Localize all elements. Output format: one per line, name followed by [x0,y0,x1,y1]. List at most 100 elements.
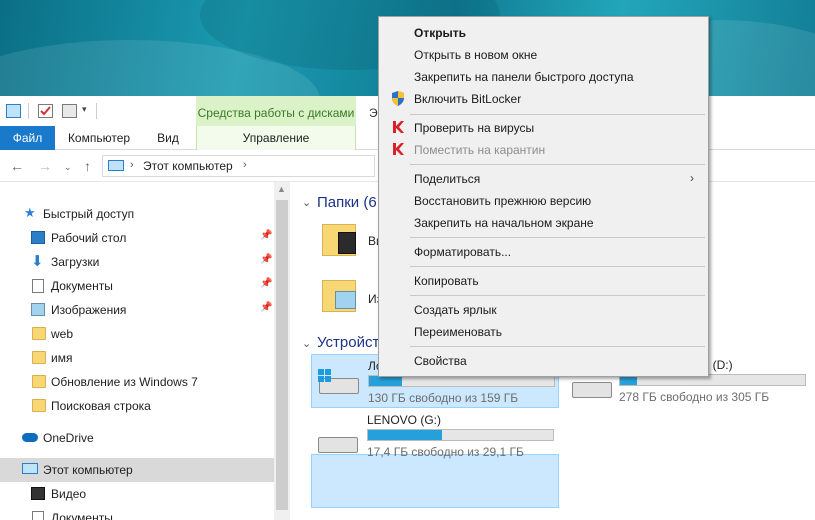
menu-label: Переименовать [414,325,502,339]
menu-item-open-new-window[interactable]: Открыть в новом окне [381,44,706,66]
menu-separator [410,237,705,238]
scroll-up-icon[interactable]: ▲ [277,184,286,194]
menu-label: Свойства [414,354,467,368]
nav-item-web[interactable]: web [0,322,274,346]
recent-locations-icon[interactable]: ⌄ [64,162,72,173]
video-folder-icon[interactable] [322,224,356,256]
menu-item-rename[interactable]: Переименовать [381,321,706,343]
folder-icon [32,399,46,412]
pin-icon[interactable]: 📌 [260,302,272,313]
new-folder-icon[interactable] [62,104,77,118]
menu-item-properties[interactable]: Свойства [381,350,706,372]
chevron-down-icon[interactable]: ⌄ [302,337,311,350]
properties-icon[interactable] [38,104,53,118]
tab-view[interactable]: Вид [148,126,188,150]
menu-item-copy[interactable]: Копировать [381,270,706,292]
chevron-down-icon[interactable]: ⌄ [302,196,311,209]
usb-drive-icon [318,437,358,453]
nav-item-video[interactable]: Видео [0,482,274,506]
drive-usage-fill [369,376,403,386]
menu-label: Закрепить на панели быстрого доступа [414,70,634,84]
navigation-pane: ★ Быстрый доступ Рабочий стол 📌 ⬇ Загруз… [0,182,290,520]
landscape-icon [335,291,356,309]
nav-label: Изображения [51,303,127,317]
tab-computer[interactable]: Компьютер [62,126,136,150]
pictures-folder-icon[interactable] [322,280,356,312]
back-arrow-icon[interactable]: ← [10,158,24,174]
chevron-right-icon[interactable]: › [243,159,247,171]
menu-separator [410,164,705,165]
nav-item-onedrive[interactable]: OneDrive [0,426,274,450]
pin-icon[interactable]: 📌 [260,254,272,265]
nav-item-desktop[interactable]: Рабочий стол 📌 [0,226,274,250]
menu-separator [410,295,705,296]
nav-item-name[interactable]: имя [0,346,274,370]
pin-icon[interactable]: 📌 [260,230,272,241]
menu-item-pin-quick-access[interactable]: Закрепить на панели быстрого доступа [381,66,706,88]
folder-icon [32,327,46,340]
nav-label: Обновление из Windows 7 [51,375,198,389]
menu-item-create-shortcut[interactable]: Создать ярлык [381,299,706,321]
nav-item-search-bar[interactable]: Поисковая строка [0,394,274,418]
chevron-right-icon: › [690,171,694,185]
menu-label: Поделиться [414,172,481,186]
menu-separator [410,114,705,115]
devices-group-header[interactable]: Устройст [317,334,379,351]
video-icon [31,487,45,500]
tab-file[interactable]: Файл [0,126,55,150]
menu-label: Форматировать... [414,245,512,259]
drive-free-space: 278 ГБ свободно из 305 ГБ [619,390,770,404]
shield-icon [391,91,405,106]
up-arrow-icon[interactable]: ↑ [84,158,91,174]
menu-item-open[interactable]: Открыть [381,22,706,44]
folder-icon [32,375,46,388]
nav-item-this-pc[interactable]: Этот компьютер [0,458,274,482]
document-icon [32,279,44,293]
nav-item-quick-access[interactable]: ★ Быстрый доступ [0,202,274,226]
forward-arrow-icon[interactable]: → [38,158,52,174]
drive-tile-g[interactable]: LENOVO (G:) 17,4 ГБ свободно из 29,1 ГБ [311,409,559,463]
menu-label: Закрепить на начальном экране [414,216,594,230]
nav-label: Быстрый доступ [43,207,135,221]
nav-item-update[interactable]: Обновление из Windows 7 [0,370,274,394]
nav-item-documents-pc[interactable]: Документы [0,506,274,520]
address-path[interactable]: Этот компьютер [143,159,233,173]
nav-item-documents[interactable]: Документы 📌 [0,274,274,298]
menu-item-pin-start[interactable]: Закрепить на начальном экране [381,212,706,234]
nav-label: Этот компьютер [43,463,133,477]
nav-item-pictures[interactable]: Изображения 📌 [0,298,274,322]
system-drive-icon [318,369,359,394]
chevron-right-icon[interactable]: › [130,159,134,171]
menu-item-bitlocker[interactable]: Включить BitLocker [381,88,706,110]
toolbar-separator [96,103,97,119]
scroll-thumb[interactable] [276,200,288,510]
menu-label: Копировать [414,274,479,288]
menu-item-format[interactable]: Форматировать... [381,241,706,263]
address-field[interactable]: › Этот компьютер › [102,155,375,177]
menu-item-quarantine[interactable]: Поместить на карантин [381,139,706,161]
menu-label: Проверить на вирусы [414,121,535,135]
window-pc-icon[interactable] [6,104,21,118]
pictures-icon [31,303,45,316]
context-menu: Открыть Открыть в новом окне Закрепить н… [378,16,709,377]
menu-item-scan-virus[interactable]: Проверить на вирусы [381,117,706,139]
document-icon [32,511,44,520]
nav-scrollbar[interactable]: ▲ [274,182,290,520]
pin-icon[interactable]: 📌 [260,278,272,289]
menu-item-share[interactable]: Поделиться › [381,168,706,190]
menu-separator [410,346,705,347]
drive-icon [572,382,612,398]
menu-item-restore-version[interactable]: Восстановить прежнюю версию [381,190,706,212]
download-arrow-icon: ⬇ [31,253,44,270]
nav-label: Загрузки [51,255,100,269]
nav-item-downloads[interactable]: ⬇ Загрузки 📌 [0,250,274,274]
folders-group-header[interactable]: Папки (6 [317,194,377,211]
windows-logo-icon [318,369,331,382]
tab-manage[interactable]: Управление [196,126,356,150]
customize-toolbar-icon[interactable]: ▾ [82,104,87,115]
film-icon [338,232,356,254]
menu-label: Включить BitLocker [414,92,522,106]
star-icon: ★ [24,205,36,220]
window-title: Э [369,106,378,120]
menu-label: Создать ярлык [414,303,497,317]
